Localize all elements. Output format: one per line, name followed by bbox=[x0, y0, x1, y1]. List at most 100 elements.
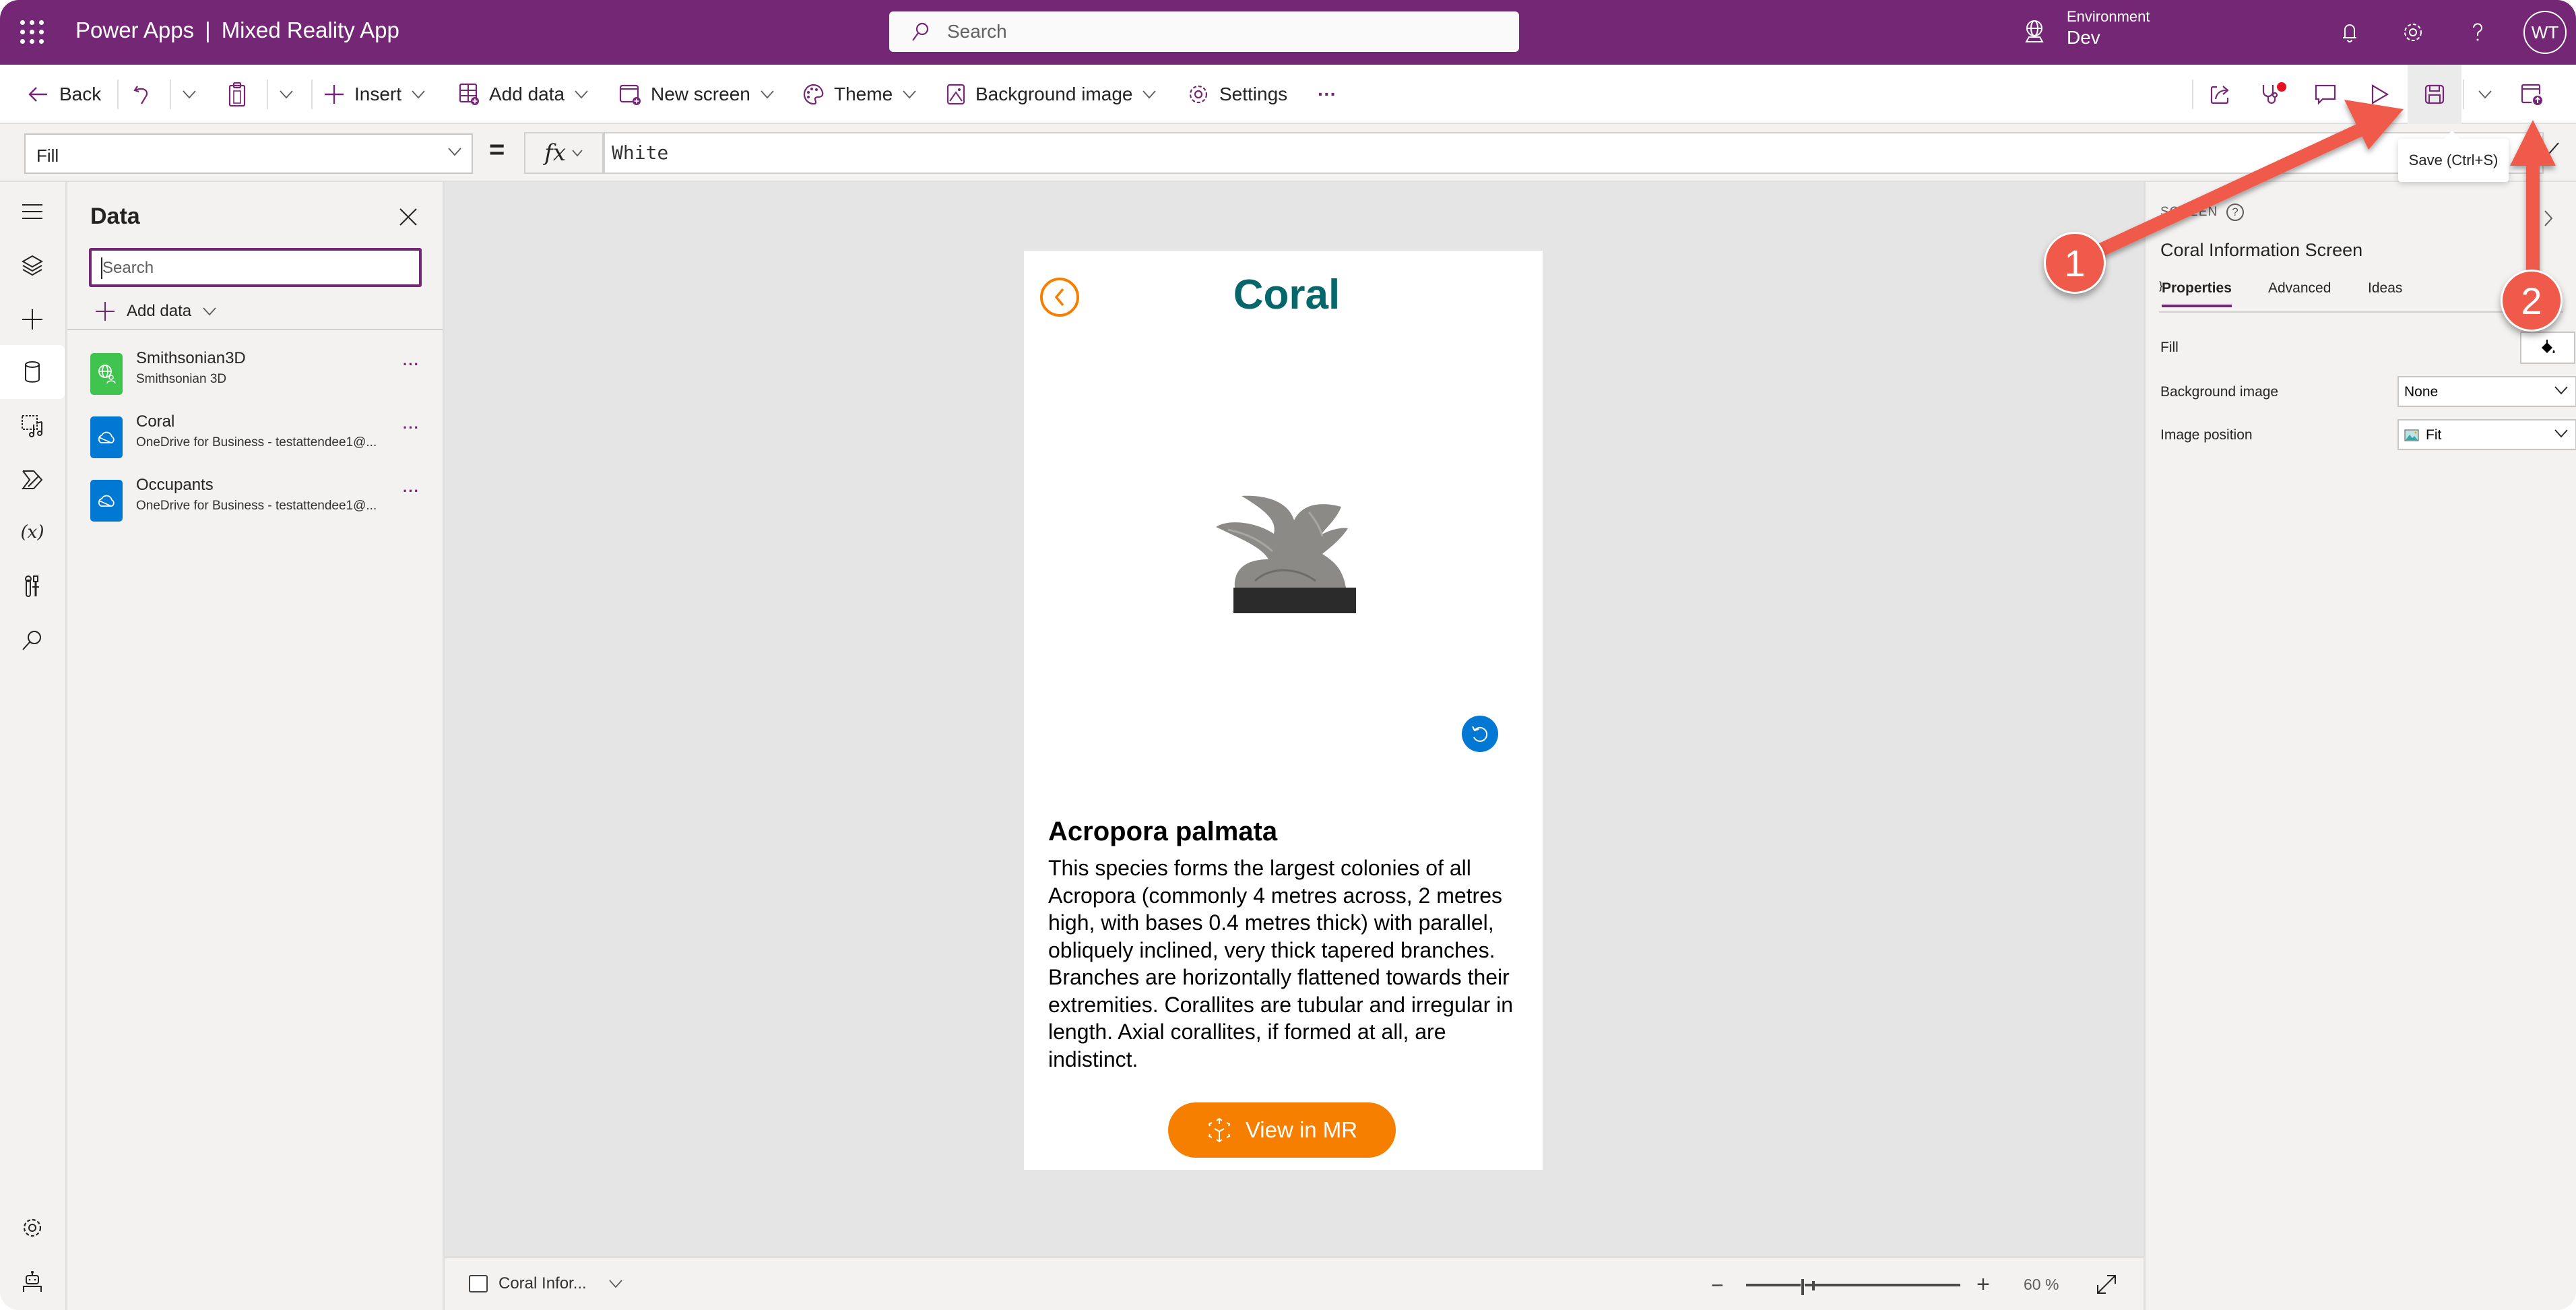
screen-thumbnail-icon bbox=[469, 1275, 488, 1292]
rail-data[interactable] bbox=[0, 345, 65, 399]
divider bbox=[311, 80, 313, 109]
screen-selector[interactable]: Coral Infor... bbox=[469, 1274, 623, 1293]
property-dropdown[interactable]: Fill bbox=[24, 133, 473, 174]
back-arrow-button[interactable] bbox=[1040, 278, 1079, 317]
rail-variables[interactable]: (x) bbox=[0, 505, 65, 559]
undo-icon bbox=[133, 86, 148, 104]
chevron-down-icon bbox=[203, 307, 216, 316]
rail-menu[interactable] bbox=[0, 185, 65, 239]
view-in-mr-button[interactable]: View in MR bbox=[1168, 1102, 1396, 1158]
equals-sign: = bbox=[489, 135, 505, 164]
publish-icon bbox=[2521, 84, 2542, 105]
environment-value[interactable]: Dev bbox=[2067, 27, 2100, 49]
app-launcher-icon[interactable] bbox=[20, 20, 44, 44]
app-checker-button[interactable] bbox=[2247, 70, 2296, 119]
screen-title[interactable]: Coral bbox=[1024, 271, 1549, 319]
undo-dropdown[interactable] bbox=[182, 65, 197, 124]
species-description: This species forms the largest colonies … bbox=[1048, 856, 1514, 1071]
fit-to-window-icon[interactable] bbox=[2095, 1273, 2118, 1296]
publish-button[interactable] bbox=[2507, 70, 2556, 119]
save-button[interactable] bbox=[2408, 65, 2461, 124]
more-commands-button[interactable]: ··· bbox=[1318, 65, 1337, 124]
paste-dropdown[interactable] bbox=[279, 65, 294, 124]
chevron-down-icon bbox=[412, 90, 425, 99]
add-data-link[interactable]: Add data bbox=[94, 297, 217, 326]
save-options-dropdown[interactable] bbox=[2468, 70, 2502, 119]
theme-button[interactable]: Theme bbox=[802, 65, 917, 124]
rail-media[interactable] bbox=[0, 399, 65, 453]
coral-3d-model[interactable] bbox=[1215, 480, 1363, 628]
chevron-right-icon[interactable] bbox=[2543, 209, 2554, 228]
rail-advanced-tools[interactable] bbox=[0, 559, 65, 613]
image-position-value-wrap: Fit bbox=[2404, 427, 2441, 443]
data-source-item[interactable]: Occupants OneDrive for Business - testat… bbox=[67, 474, 443, 535]
data-source-name: Occupants bbox=[136, 476, 214, 494]
background-image-row: Background image None bbox=[2160, 376, 2576, 410]
new-screen-button[interactable]: New screen bbox=[618, 65, 775, 124]
rail-copilot[interactable] bbox=[0, 1255, 65, 1309]
expand-formula-chevron-icon[interactable] bbox=[2541, 139, 2561, 159]
more-options-button[interactable]: ··· bbox=[403, 356, 420, 373]
chevron-down-icon bbox=[761, 90, 774, 99]
fill-label: Fill bbox=[2160, 340, 2179, 355]
mixed-reality-cube-icon bbox=[1208, 1117, 1231, 1143]
share-button[interactable] bbox=[2196, 70, 2245, 119]
rail-insert[interactable] bbox=[0, 292, 65, 346]
chevron-down-icon bbox=[183, 90, 196, 99]
tab-ideas[interactable]: Ideas bbox=[2368, 280, 2402, 305]
zoom-slider[interactable] bbox=[1746, 1278, 1960, 1296]
rail-power-automate[interactable] bbox=[0, 453, 65, 507]
background-image-dropdown[interactable]: None bbox=[2397, 376, 2576, 407]
function-button[interactable]: fx bbox=[524, 132, 604, 174]
tab-properties[interactable]: Properties bbox=[2162, 280, 2232, 307]
rail-settings[interactable] bbox=[0, 1201, 65, 1255]
design-canvas[interactable]: Coral Acropora palmata This species form… bbox=[445, 182, 2144, 1256]
more-options-button[interactable]: ··· bbox=[403, 419, 420, 437]
comments-button[interactable] bbox=[2301, 70, 2350, 119]
help-question-icon[interactable] bbox=[2464, 19, 2491, 46]
add-data-button[interactable]: Add data bbox=[458, 65, 589, 124]
settings-button[interactable]: Settings bbox=[1187, 65, 1287, 124]
rotate-reset-icon bbox=[1472, 726, 1488, 742]
data-search-input[interactable]: Search bbox=[89, 248, 422, 287]
global-search-box[interactable]: Search bbox=[889, 11, 1519, 52]
zoom-slider-thumb[interactable] bbox=[1800, 1278, 1805, 1296]
settings-gear-icon[interactable] bbox=[2400, 19, 2426, 46]
notifications-bell-icon[interactable] bbox=[2336, 19, 2363, 46]
user-avatar[interactable]: WT bbox=[2523, 11, 2567, 54]
zoom-in-button[interactable]: + bbox=[1976, 1272, 1990, 1298]
app-title: Power Apps | Mixed Reality App bbox=[75, 18, 399, 43]
rail-tree-view[interactable] bbox=[0, 239, 65, 292]
undo-button[interactable] bbox=[132, 65, 154, 124]
formula-input[interactable]: White bbox=[604, 132, 2544, 174]
paste-button[interactable] bbox=[228, 65, 247, 124]
back-button[interactable]: Back bbox=[27, 65, 101, 124]
control-name[interactable]: Coral Information Screen bbox=[2160, 240, 2362, 261]
insert-button[interactable]: Insert bbox=[323, 65, 426, 124]
tab-advanced[interactable]: Advanced bbox=[2268, 280, 2331, 305]
reset-view-button[interactable] bbox=[1462, 716, 1498, 752]
app-screen-preview[interactable]: Coral Acropora palmata This species form… bbox=[1024, 251, 1543, 1170]
properties-panel: SCREEN ? Coral Information Screen Proper… bbox=[2144, 182, 2576, 1310]
app-name[interactable]: Mixed Reality App bbox=[222, 18, 399, 42]
image-position-dropdown[interactable]: Fit bbox=[2397, 419, 2576, 450]
close-icon[interactable] bbox=[397, 206, 419, 228]
data-source-item[interactable]: Smithsonian3D Smithsonian 3D ··· bbox=[67, 348, 443, 408]
fill-row: Fill bbox=[2160, 332, 2575, 365]
environment-icon[interactable] bbox=[2021, 18, 2048, 44]
save-floppy-icon bbox=[2424, 84, 2445, 104]
divider bbox=[2463, 80, 2464, 109]
left-nav-rail: (x) bbox=[0, 182, 67, 1310]
add-data-label: Add data bbox=[489, 84, 565, 104]
zoom-out-button[interactable]: − bbox=[1711, 1273, 1724, 1298]
image-icon bbox=[946, 84, 965, 105]
fill-color-picker[interactable] bbox=[2520, 332, 2575, 364]
comment-icon bbox=[2315, 84, 2336, 105]
rail-search[interactable] bbox=[0, 613, 65, 667]
preview-play-button[interactable] bbox=[2355, 70, 2404, 119]
more-options-button[interactable]: ··· bbox=[403, 482, 420, 500]
help-icon[interactable]: ? bbox=[2226, 204, 2244, 221]
annotation-badge-1: 1 bbox=[2044, 232, 2106, 294]
background-image-button[interactable]: Background image bbox=[946, 65, 1157, 124]
data-source-item[interactable]: Coral OneDrive for Business - testattend… bbox=[67, 411, 443, 472]
